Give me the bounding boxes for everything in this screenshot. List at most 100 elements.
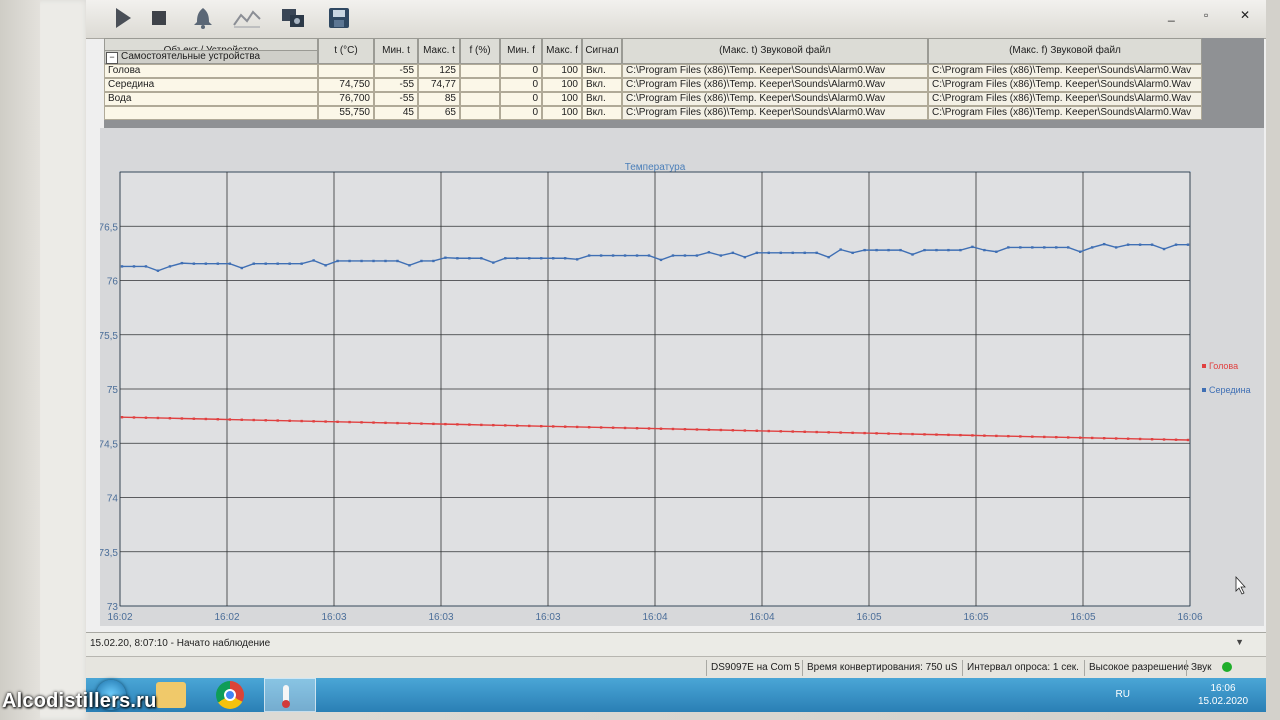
data-point (1102, 437, 1106, 440)
data-point (1150, 438, 1154, 441)
data-point (360, 259, 363, 263)
maximize-button[interactable]: ▫ (1204, 8, 1208, 22)
table-cell-min-t[interactable]: -55 (374, 92, 418, 106)
table-cell-max-t[interactable]: 125 (418, 64, 460, 78)
scroll-down-icon[interactable]: ▼ (1235, 637, 1244, 647)
table-cell-signal[interactable]: Вкл. (582, 78, 622, 92)
save-icon[interactable] (324, 3, 354, 33)
data-point (671, 254, 675, 257)
data-point (1138, 437, 1142, 441)
table-cell-min-f[interactable]: 0 (500, 64, 542, 78)
clock-date[interactable]: 15.02.2020 (1198, 695, 1248, 708)
data-point (731, 251, 735, 255)
data-point (671, 427, 675, 431)
table-cell-t[interactable]: 55,750 (318, 106, 374, 120)
table-cell-max-t[interactable]: 85 (418, 92, 460, 106)
x-tick-label: 16:05 (1070, 612, 1095, 623)
data-point (947, 433, 950, 437)
table-cell-name[interactable]: Вода (104, 92, 318, 106)
table-cell-name[interactable]: Середина (104, 78, 318, 92)
table-cell-min-f[interactable]: 0 (500, 92, 542, 106)
table-cell-name[interactable]: Голова (104, 64, 318, 78)
column-header-t[interactable]: t (°C) (318, 38, 374, 64)
table-cell-sound-f[interactable]: C:\Program Files (x86)\Temp. Keeper\Soun… (928, 64, 1202, 78)
collapse-toggle-icon[interactable]: − (106, 52, 118, 64)
table-cell-max-t[interactable]: 74,77 (418, 78, 460, 92)
table-cell-min-f[interactable]: 0 (500, 78, 542, 92)
column-header-max-f[interactable]: Макс. f (542, 38, 582, 64)
table-cell-sound-t[interactable]: C:\Program Files (x86)\Temp. Keeper\Soun… (622, 78, 928, 92)
data-point (156, 269, 160, 272)
group-row[interactable]: Самостоятельные устройства (104, 50, 318, 64)
table-cell-max-f[interactable]: 100 (542, 106, 582, 120)
table-cell-f[interactable] (460, 106, 500, 120)
data-point (899, 248, 902, 252)
stop-icon[interactable] (144, 3, 174, 33)
table-cell-t[interactable] (318, 64, 374, 78)
chrome-icon[interactable] (216, 681, 244, 709)
table-cell-sound-t[interactable]: C:\Program Files (x86)\Temp. Keeper\Soun… (622, 106, 928, 120)
table-cell-f[interactable] (460, 92, 500, 106)
data-point (336, 420, 339, 424)
table-cell-min-f[interactable]: 0 (500, 106, 542, 120)
clock-time[interactable]: 16:06 (1198, 682, 1248, 695)
data-point (1186, 243, 1190, 246)
table-cell-sound-f[interactable]: C:\Program Files (x86)\Temp. Keeper\Soun… (928, 78, 1202, 92)
table-cell-f[interactable] (460, 64, 500, 78)
play-icon[interactable] (108, 3, 138, 33)
table-cell-min-t[interactable]: -55 (374, 64, 418, 78)
data-point (228, 418, 231, 421)
data-point (372, 421, 375, 424)
table-cell-t[interactable]: 74,750 (318, 78, 374, 92)
data-point (803, 430, 806, 434)
data-point (935, 433, 938, 436)
column-header-sound-t[interactable]: (Макс. t) Звуковой файл (622, 38, 928, 64)
data-point (240, 266, 243, 270)
data-point (803, 251, 806, 255)
table-cell-sound-t[interactable]: C:\Program Files (x86)\Temp. Keeper\Soun… (622, 64, 928, 78)
temp-keeper-taskbar-button[interactable] (264, 678, 316, 712)
monitor: _ ▫ ✕ Объект / Устройствоt (°C)Мин. tМак… (0, 0, 1280, 720)
table-cell-signal[interactable]: Вкл. (582, 64, 622, 78)
table-cell-min-t[interactable]: -55 (374, 78, 418, 92)
column-header-signal[interactable]: Сигнал (582, 38, 622, 64)
table-cell-sound-f[interactable]: C:\Program Files (x86)\Temp. Keeper\Soun… (928, 106, 1202, 120)
table-cell-f[interactable] (460, 78, 500, 92)
table-cell-max-t[interactable]: 65 (418, 106, 460, 120)
x-tick-label: 16:03 (321, 612, 346, 623)
status-conversion: Время конвертирования: 750 uS (802, 660, 957, 676)
table-cell-t[interactable]: 76,700 (318, 92, 374, 106)
input-language[interactable]: RU (1116, 688, 1130, 701)
table-cell-signal[interactable]: Вкл. (582, 106, 622, 120)
table-cell-max-f[interactable]: 100 (542, 92, 582, 106)
table-cell-max-f[interactable]: 100 (542, 64, 582, 78)
data-point (911, 253, 914, 256)
data-point (1067, 246, 1070, 249)
data-point (1174, 438, 1178, 441)
data-point (444, 256, 447, 259)
table-cell-min-t[interactable]: 45 (374, 106, 418, 120)
data-point (995, 434, 998, 438)
bell-icon[interactable] (188, 3, 218, 33)
data-point (719, 428, 723, 432)
close-button[interactable]: ✕ (1240, 8, 1250, 22)
table-cell-sound-f[interactable]: C:\Program Files (x86)\Temp. Keeper\Soun… (928, 92, 1202, 106)
table-cell-signal[interactable]: Вкл. (582, 92, 622, 106)
minimize-button[interactable]: _ (1168, 8, 1175, 22)
data-point (492, 261, 495, 264)
column-header-sound-f[interactable]: (Макс. f) Звуковой файл (928, 38, 1202, 64)
table-cell-max-f[interactable]: 100 (542, 78, 582, 92)
column-header-max-t[interactable]: Макс. t (418, 38, 460, 64)
column-header-f[interactable]: f (%) (460, 38, 500, 64)
legend-marker (1202, 388, 1206, 392)
column-header-min-f[interactable]: Мин. f (500, 38, 542, 64)
table-cell-sound-t[interactable]: C:\Program Files (x86)\Temp. Keeper\Soun… (622, 92, 928, 106)
data-point (887, 432, 890, 435)
y-tick-label: 75 (107, 385, 119, 396)
column-header-min-t[interactable]: Мин. t (374, 38, 418, 64)
chart-icon[interactable] (232, 3, 262, 33)
explorer-icon[interactable] (156, 682, 186, 708)
data-point (516, 257, 519, 260)
devices-icon[interactable] (278, 3, 308, 33)
table-cell-name[interactable] (104, 106, 318, 120)
